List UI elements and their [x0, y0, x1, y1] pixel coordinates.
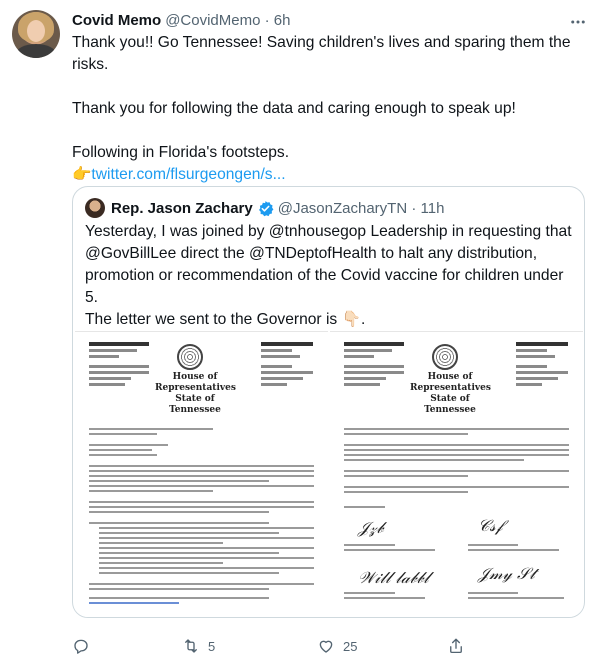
- letter-page-1[interactable]: House of Representatives State of Tennes…: [75, 331, 328, 617]
- pointing-hand-emoji: 👉: [72, 166, 92, 183]
- like-count: 25: [343, 638, 358, 654]
- quote-line: @GovBillLee direct the @TNDeptofHealth t…: [85, 245, 538, 262]
- quoted-tweet[interactable]: Rep. Jason Zachary @JasonZacharyTN · 11h…: [72, 186, 585, 618]
- letterhead-left: [344, 342, 404, 389]
- tweet-line: risks.: [72, 56, 109, 73]
- letter-body: [89, 428, 314, 607]
- signature-block-bottom: [344, 592, 569, 602]
- tweet[interactable]: Covid Memo @CovidMemo · 6h Thank you!! G…: [0, 0, 600, 669]
- letterhead-title: House of Representatives State of Tennes…: [155, 372, 236, 415]
- signature-4: 𝒥𝓂𝓎 𝒮𝓉: [478, 564, 535, 583]
- letter-body: [344, 428, 569, 511]
- avatar[interactable]: [12, 10, 60, 58]
- letterhead: House of Representatives State of Tennes…: [89, 342, 313, 415]
- letterhead-left: [89, 342, 149, 389]
- retweet-icon: [185, 639, 197, 653]
- quote-line: promotion or recommendation of the Covid…: [85, 267, 564, 284]
- state-seal-icon: [177, 344, 203, 370]
- quote-line: 5.: [85, 289, 99, 306]
- tweet-header: Covid Memo @CovidMemo · 6h: [72, 10, 290, 30]
- signature-3: 𝒲𝒾𝓁𝓁 𝓁𝒶𝒷𝒷𝓁: [358, 568, 429, 587]
- retweet-button[interactable]: 5: [182, 637, 317, 655]
- tweet-link-line: 👉twitter.com/flsurgeongen/s...: [72, 164, 582, 186]
- signature-1: 𝒥𝓏𝒷: [358, 518, 384, 537]
- quote-avatar: [85, 198, 105, 218]
- tweet-line: Thank you for following the data and car…: [72, 100, 516, 117]
- author-handle[interactable]: @CovidMemo · 6h: [165, 12, 290, 29]
- reply-button[interactable]: [72, 637, 182, 655]
- signature-block-top: [344, 544, 569, 554]
- retweet-count: 5: [208, 638, 216, 654]
- tweet-link[interactable]: twitter.com/flsurgeongen/s...: [91, 166, 285, 183]
- quote-author-name: Rep. Jason Zachary: [111, 199, 253, 217]
- quote-line: The letter we sent to the Governor is 👇🏻…: [85, 311, 366, 328]
- like-button[interactable]: 25: [317, 637, 447, 655]
- share-button[interactable]: [447, 637, 465, 655]
- heart-icon: [319, 640, 333, 653]
- avatar-face: [27, 20, 45, 42]
- letterhead-right: [516, 342, 568, 389]
- tweet-text: Thank you!! Go Tennessee! Saving childre…: [72, 32, 582, 186]
- letterhead-right: [261, 342, 313, 389]
- letterhead-title: House of Representatives State of Tennes…: [410, 372, 491, 415]
- letter-page-2[interactable]: House of Representatives State of Tennes…: [330, 331, 583, 617]
- quote-line: Yesterday, I was joined by @tnhousegop L…: [85, 223, 572, 240]
- tweet-actions: 5 25: [72, 634, 502, 658]
- avatar-shirt: [16, 44, 56, 58]
- letter-images[interactable]: House of Representatives State of Tennes…: [75, 331, 583, 617]
- author-name[interactable]: Covid Memo: [72, 12, 161, 29]
- verified-badge-icon: [258, 200, 274, 216]
- more-options-icon[interactable]: [568, 12, 588, 32]
- quote-text: Yesterday, I was joined by @tnhousegop L…: [85, 221, 575, 331]
- letterhead: House of Representatives State of Tennes…: [344, 342, 568, 415]
- quote-author-handle: @JasonZacharyTN · 11h: [277, 199, 445, 217]
- signature-2: 𝒞𝓈𝒻: [478, 516, 503, 535]
- quote-header: Rep. Jason Zachary @JasonZacharyTN · 11h: [85, 197, 444, 219]
- reply-icon: [74, 639, 88, 654]
- tweet-line: Thank you!! Go Tennessee! Saving childre…: [72, 34, 571, 51]
- share-icon: [450, 638, 462, 654]
- state-seal-icon: [432, 344, 458, 370]
- tweet-line: Following in Florida's footsteps.: [72, 144, 290, 161]
